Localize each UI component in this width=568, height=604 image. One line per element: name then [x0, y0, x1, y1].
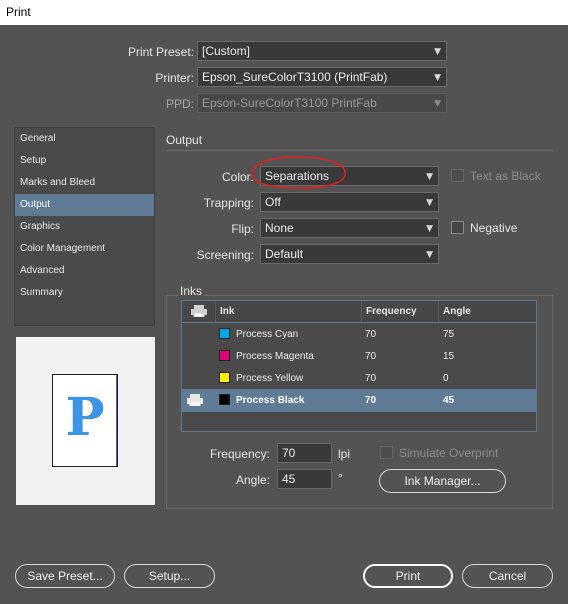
- ink-swatch: [219, 350, 230, 361]
- printer-value: Epson_SureColorT3100 (PrintFab): [202, 70, 388, 84]
- ink-angle: 45: [443, 395, 455, 406]
- color-label: Color:: [221, 170, 254, 184]
- annotation-circle: [251, 156, 346, 189]
- negative-checkbox[interactable]: [451, 221, 464, 234]
- angle-label: Angle:: [235, 473, 270, 487]
- angle-column-header[interactable]: Angle: [439, 301, 536, 322]
- screening-label: Screening:: [196, 248, 254, 262]
- screening-dropdown[interactable]: Default ▼: [260, 244, 439, 264]
- nav-item-advanced[interactable]: Advanced: [15, 260, 154, 282]
- ink-angle: 75: [443, 329, 455, 340]
- row-divider: [182, 411, 536, 412]
- chevron-down-icon: ▼: [434, 73, 441, 83]
- screening-value: Default: [265, 247, 304, 261]
- frequency-column-header[interactable]: Frequency: [362, 301, 439, 322]
- negative-label: Negative: [470, 221, 518, 235]
- printer-label: Printer:: [155, 71, 194, 85]
- chevron-down-icon: ▼: [426, 172, 433, 182]
- chevron-down-icon: ▼: [434, 99, 441, 109]
- print-button[interactable]: Print: [363, 564, 453, 588]
- flip-dropdown[interactable]: None ▼: [260, 218, 439, 238]
- page-preview: P: [16, 337, 155, 505]
- nav-item-graphics[interactable]: Graphics: [15, 216, 154, 238]
- nav-item-setup[interactable]: Setup: [15, 150, 154, 172]
- section-divider: [166, 150, 553, 151]
- chevron-down-icon: ▼: [426, 250, 433, 260]
- ink-row-cyan[interactable]: Process Cyan 70 75: [182, 323, 536, 345]
- angle-unit: °: [338, 471, 343, 485]
- ink-row-yellow[interactable]: Process Yellow 70 0: [182, 367, 536, 389]
- window-title: Print: [6, 5, 31, 19]
- ppd-dropdown: Epson-SureColorT3100 PrintFab ▼: [197, 93, 447, 113]
- ink-row-magenta[interactable]: Process Magenta 70 15: [182, 345, 536, 367]
- chevron-down-icon: ▼: [434, 47, 441, 57]
- chevron-down-icon: ▼: [426, 224, 433, 234]
- printer-icon: [191, 305, 207, 317]
- section-title: Output: [166, 133, 203, 147]
- print-preset-value: [Custom]: [202, 44, 251, 58]
- nav-item-summary[interactable]: Summary: [15, 282, 154, 304]
- inks-table: Ink Frequency Angle Process Cyan 70 75 P…: [181, 300, 537, 432]
- ink-name: Process Yellow: [236, 373, 304, 384]
- ink-swatch: [219, 328, 230, 339]
- ink-row-black[interactable]: Process Black 70 45: [182, 389, 536, 411]
- inks-title: Inks: [178, 284, 205, 298]
- flip-label: Flip:: [231, 222, 254, 236]
- ink-angle: 0: [443, 373, 449, 384]
- ink-frequency: 70: [365, 395, 377, 406]
- nav-item-general[interactable]: General: [15, 128, 154, 150]
- print-preset-label: Print Preset:: [127, 45, 194, 59]
- ink-manager-button[interactable]: Ink Manager...: [379, 469, 506, 493]
- ink-frequency: 70: [365, 373, 377, 384]
- ppd-value: Epson-SureColorT3100 PrintFab: [202, 96, 377, 110]
- category-list: General Setup Marks and Bleed Output Gra…: [14, 127, 155, 326]
- nav-item-output[interactable]: Output: [15, 194, 154, 216]
- ink-name: Process Black: [236, 395, 305, 406]
- angle-input[interactable]: 45: [277, 469, 332, 489]
- frequency-label: Frequency:: [209, 447, 270, 461]
- text-as-black-checkbox[interactable]: [451, 169, 464, 182]
- print-preset-dropdown[interactable]: [Custom] ▼: [197, 41, 447, 61]
- trapping-label: Trapping:: [203, 196, 254, 210]
- ink-frequency: 70: [365, 351, 377, 362]
- preview-page-letter: P: [65, 387, 105, 448]
- printer-icon[interactable]: [187, 394, 203, 406]
- ink-frequency: 70: [365, 329, 377, 340]
- cancel-button[interactable]: Cancel: [462, 564, 553, 588]
- ink-name: Process Cyan: [236, 329, 299, 340]
- ink-swatch: [219, 394, 230, 405]
- trapping-value: Off: [265, 195, 281, 209]
- printer-dropdown[interactable]: Epson_SureColorT3100 (PrintFab) ▼: [197, 67, 447, 87]
- text-as-black-label: Text as Black: [470, 169, 541, 183]
- ink-swatch: [219, 372, 230, 383]
- ppd-label: PPD:: [165, 97, 194, 111]
- frequency-input[interactable]: 70: [277, 443, 332, 463]
- title-bar: Print: [0, 0, 568, 25]
- frequency-unit: lpi: [338, 447, 351, 461]
- preview-page: P: [52, 374, 118, 467]
- nav-item-color-management[interactable]: Color Management: [15, 238, 154, 260]
- simulate-overprint-label: Simulate Overprint: [399, 446, 499, 460]
- trapping-dropdown[interactable]: Off ▼: [260, 192, 439, 212]
- save-preset-button[interactable]: Save Preset...: [15, 564, 115, 588]
- simulate-overprint-checkbox[interactable]: [380, 446, 393, 459]
- chevron-down-icon: ▼: [426, 198, 433, 208]
- nav-item-marks-and-bleed[interactable]: Marks and Bleed: [15, 172, 154, 194]
- flip-value: None: [265, 221, 294, 235]
- ink-name: Process Magenta: [236, 351, 314, 362]
- ink-column-header[interactable]: Ink: [216, 301, 362, 322]
- printer-column-header: [182, 301, 216, 322]
- ink-angle: 15: [443, 351, 455, 362]
- setup-button[interactable]: Setup...: [124, 564, 215, 588]
